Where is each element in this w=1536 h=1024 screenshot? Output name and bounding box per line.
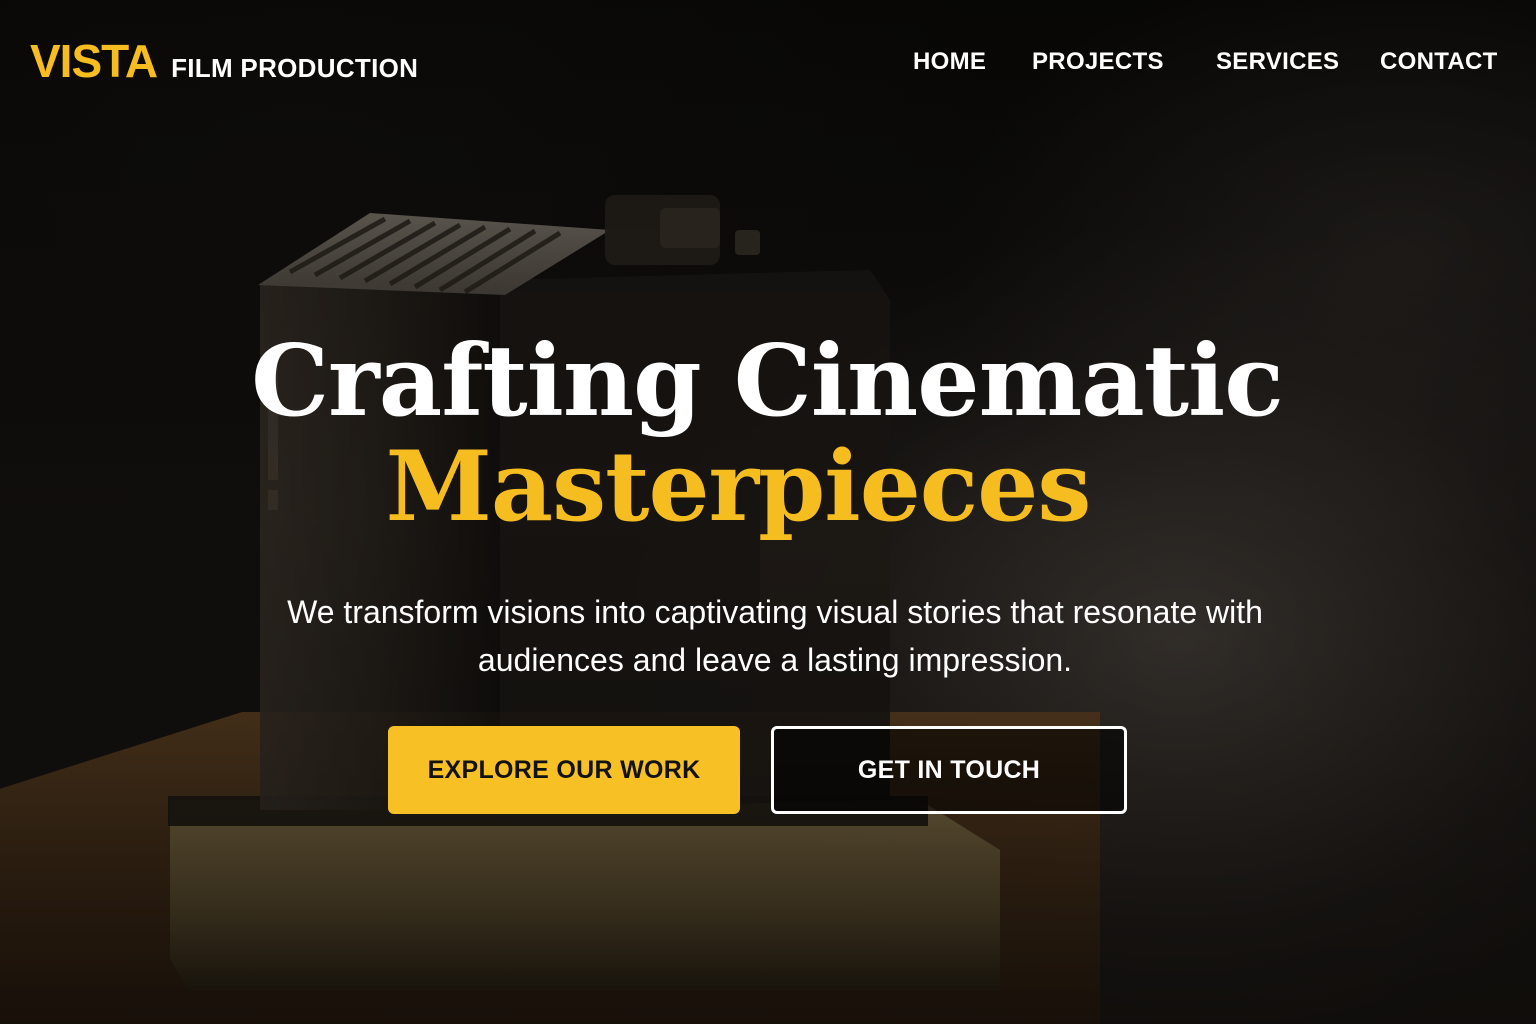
- main-nav: HOME PROJECTS SERVICES CONTACT: [0, 48, 1536, 80]
- get-in-touch-button[interactable]: GET IN TOUCH: [771, 726, 1127, 814]
- hero-tagline: We transform visions into captivating vi…: [287, 594, 1263, 678]
- headline-line-1: Crafting Cinematic: [251, 324, 1284, 439]
- headline-line-2: Masterpieces: [385, 429, 1092, 543]
- nav-item-home[interactable]: HOME: [913, 48, 986, 76]
- nav-item-projects[interactable]: PROJECTS: [1032, 48, 1164, 76]
- explore-our-work-button[interactable]: EXPLORE OUR WORK: [388, 726, 740, 814]
- hero-headline: Crafting Cinematic Masterpieces: [0, 328, 1536, 539]
- nav-item-services[interactable]: SERVICES: [1216, 48, 1339, 76]
- nav-item-contact[interactable]: CONTACT: [1380, 48, 1498, 76]
